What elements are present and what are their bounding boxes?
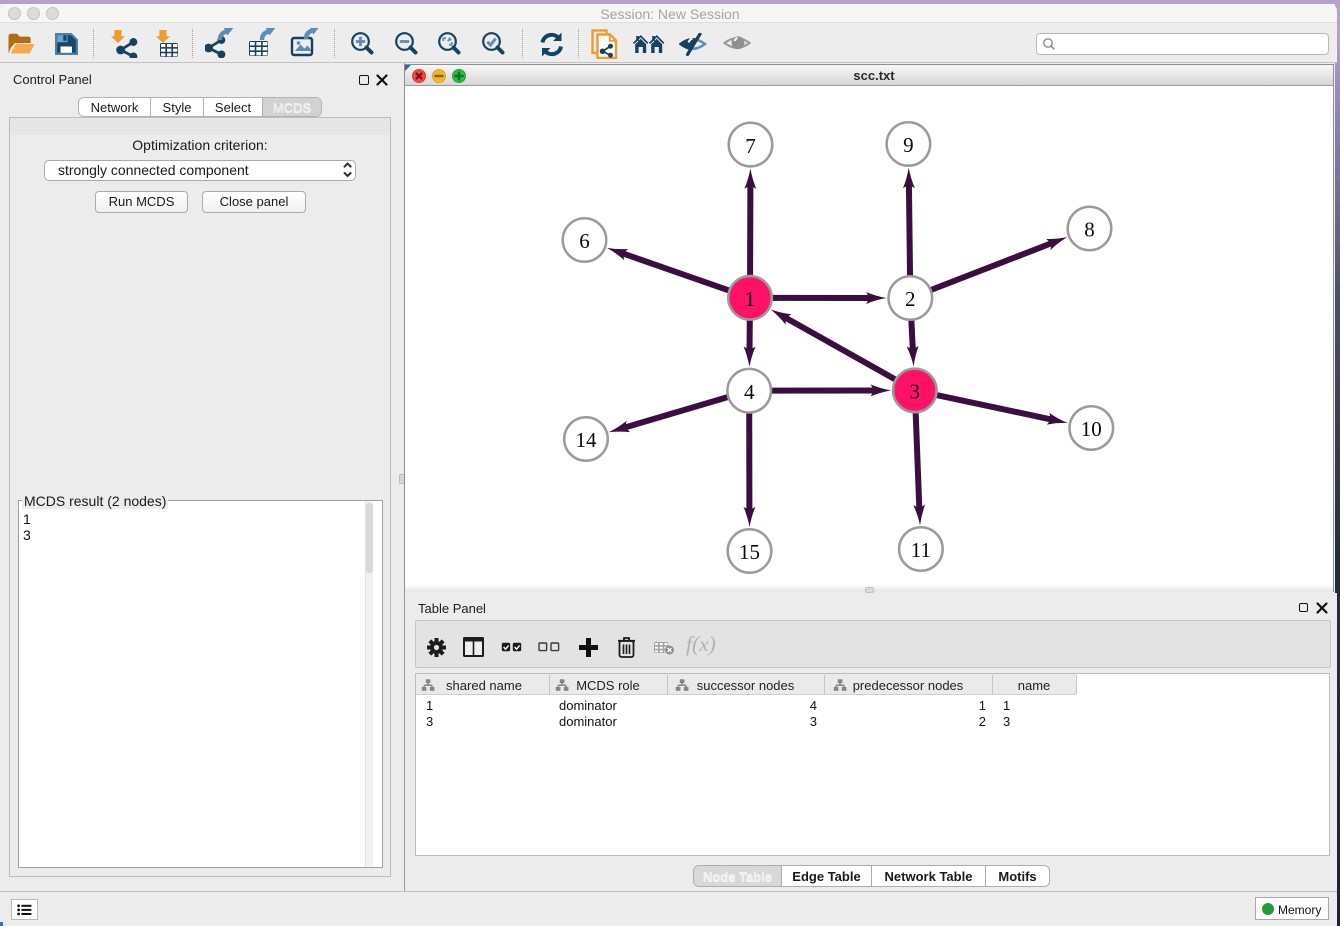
svg-text:14: 14 [576,428,598,452]
svg-text:6: 6 [579,229,590,253]
svg-text:10: 10 [1081,417,1102,441]
svg-text:3: 3 [910,380,921,404]
svg-text:1: 1 [745,287,756,311]
svg-text:8: 8 [1084,218,1095,242]
svg-text:2: 2 [905,287,916,311]
svg-text:11: 11 [911,538,931,562]
svg-text:15: 15 [739,540,760,564]
svg-text:9: 9 [903,133,914,157]
svg-text:7: 7 [745,134,756,158]
svg-text:4: 4 [744,380,755,404]
